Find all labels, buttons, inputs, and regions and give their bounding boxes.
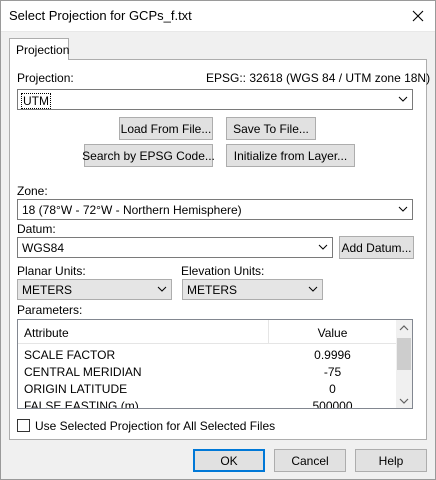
window-title: Select Projection for GCPs_f.txt bbox=[9, 8, 192, 23]
planar-units-select-value: METERS bbox=[22, 283, 73, 297]
chevron-down-icon bbox=[318, 244, 328, 250]
load-from-file-button[interactable]: Load From File... bbox=[119, 117, 213, 140]
chevron-down-icon bbox=[308, 286, 318, 292]
datum-select-value: WGS84 bbox=[22, 241, 65, 255]
value-cell: 0 bbox=[329, 382, 336, 396]
zone-select[interactable]: 18 (78°W - 72°W - Northern Hemisphere) bbox=[17, 199, 413, 220]
search-epsg-button[interactable]: Search by EPSG Code... bbox=[82, 144, 215, 167]
elevation-units-select[interactable]: METERS bbox=[182, 279, 323, 300]
attribute-cell: FALSE EASTING (m) bbox=[24, 399, 139, 409]
add-datum-button[interactable]: Add Datum... bbox=[339, 236, 414, 259]
help-button[interactable]: Help bbox=[355, 449, 427, 472]
value-cell: -75 bbox=[323, 365, 342, 379]
table-header: Attribute Value bbox=[18, 320, 396, 344]
scroll-down-icon[interactable] bbox=[399, 397, 409, 405]
table-row[interactable]: CENTRAL MERIDIAN -75 bbox=[18, 363, 396, 380]
attribute-cell: ORIGIN LATITUDE bbox=[24, 382, 128, 396]
initialize-from-layer-button[interactable]: Initialize from Layer... bbox=[226, 144, 355, 167]
ok-button[interactable]: OK bbox=[193, 449, 265, 472]
column-header-attribute[interactable]: Attribute bbox=[24, 326, 69, 340]
planar-units-select[interactable]: METERS bbox=[17, 279, 172, 300]
cancel-button[interactable]: Cancel bbox=[274, 449, 346, 472]
chevron-down-icon bbox=[157, 286, 167, 292]
parameters-label: Parameters: bbox=[17, 303, 83, 317]
table-row[interactable]: SCALE FACTOR 0.9996 bbox=[18, 346, 396, 363]
datum-select[interactable]: WGS84 bbox=[17, 237, 333, 258]
table-row[interactable]: FALSE EASTING (m) 500000 bbox=[18, 397, 396, 409]
value-cell: 0.9996 bbox=[314, 348, 351, 362]
use-for-all-checkbox[interactable] bbox=[17, 419, 30, 432]
epsg-description: EPSG:: 32618 (WGS 84 / UTM zone 18N) bbox=[206, 71, 431, 85]
projection-label: Projection: bbox=[17, 71, 74, 85]
vertical-scrollbar[interactable] bbox=[396, 320, 412, 408]
close-icon bbox=[412, 10, 424, 21]
scroll-up-icon[interactable] bbox=[399, 324, 409, 332]
use-for-all-label: Use Selected Projection for All Selected… bbox=[35, 419, 276, 433]
datum-label: Datum: bbox=[17, 222, 56, 236]
zone-select-value: 18 (78°W - 72°W - Northern Hemisphere) bbox=[22, 203, 242, 217]
tab-projection-label: Projection bbox=[16, 43, 70, 57]
projection-select[interactable]: UTM bbox=[17, 89, 413, 110]
chevron-down-icon bbox=[398, 206, 408, 212]
save-to-file-button[interactable]: Save To File... bbox=[226, 117, 316, 140]
parameters-table[interactable]: Attribute Value SCALE FACTOR 0.9996 CENT… bbox=[17, 319, 413, 409]
zone-label: Zone: bbox=[17, 184, 48, 198]
elevation-units-select-value: METERS bbox=[187, 283, 238, 297]
close-button[interactable] bbox=[400, 0, 436, 31]
value-cell: 500000 bbox=[312, 399, 353, 409]
tab-projection[interactable]: Projection bbox=[9, 38, 69, 60]
attribute-cell: SCALE FACTOR bbox=[24, 348, 116, 362]
chevron-down-icon bbox=[398, 96, 408, 102]
projection-select-value: UTM bbox=[21, 93, 51, 109]
scrollbar-thumb[interactable] bbox=[397, 338, 411, 370]
elevation-units-label: Elevation Units: bbox=[181, 264, 265, 278]
planar-units-label: Planar Units: bbox=[17, 264, 86, 278]
attribute-cell: CENTRAL MERIDIAN bbox=[24, 365, 142, 379]
table-row[interactable]: ORIGIN LATITUDE 0 bbox=[18, 380, 396, 397]
column-header-value[interactable]: Value bbox=[269, 326, 396, 340]
